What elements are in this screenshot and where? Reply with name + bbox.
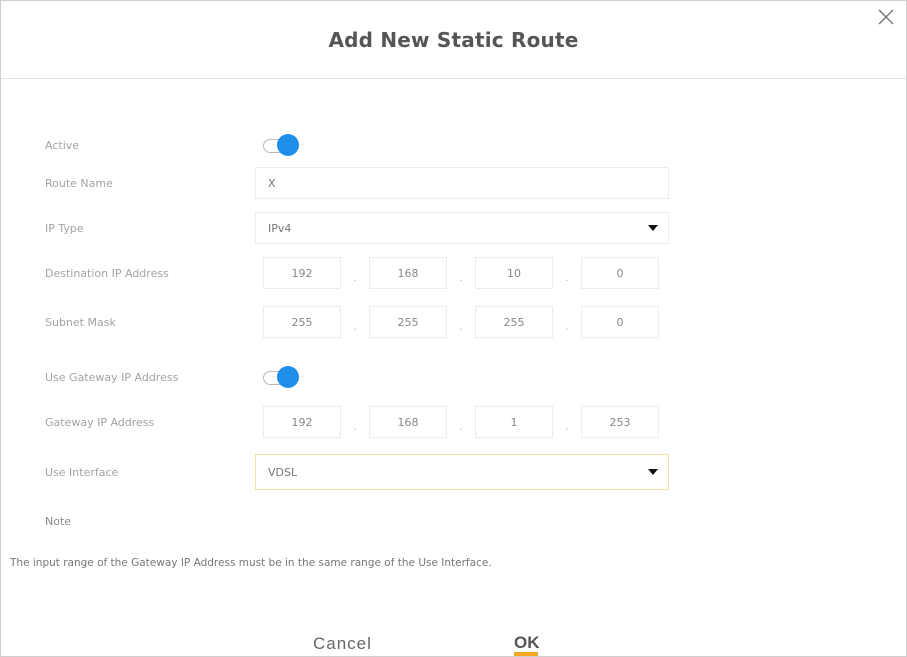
dialog-header: Add New Static Route <box>1 1 906 79</box>
dialog-title: Add New Static Route <box>328 27 579 52</box>
destination-ip-fields: 192 . 168 . 10 . 0 <box>263 257 669 289</box>
destination-ip-row: Destination IP Address 192 . 168 . 10 . … <box>45 257 675 289</box>
use-gateway-label: Use Gateway IP Address <box>45 370 179 384</box>
use-interface-row: Use Interface VDSL <box>45 454 675 490</box>
ok-button[interactable]: OK <box>514 633 540 656</box>
use-interface-value: VDSL <box>268 465 298 479</box>
ip-type-value: IPv4 <box>268 221 292 235</box>
active-label: Active <box>45 138 80 152</box>
note-text: The input range of the Gateway IP Addres… <box>10 557 492 569</box>
ip-type-label: IP Type <box>45 221 84 235</box>
ip-type-row: IP Type IPv4 <box>45 212 675 244</box>
subnet-mask-octet-3[interactable]: 255 <box>475 306 553 338</box>
ok-accent-bar <box>514 652 538 656</box>
use-gateway-toggle[interactable] <box>259 365 301 389</box>
gateway-ip-octet-2[interactable]: 168 <box>369 406 447 438</box>
use-interface-select[interactable]: VDSL <box>255 454 669 490</box>
ip-separator: . <box>565 420 569 433</box>
close-icon[interactable] <box>876 7 896 27</box>
ip-separator: . <box>459 420 463 433</box>
subnet-mask-label: Subnet Mask <box>45 315 116 329</box>
ip-separator: . <box>565 320 569 333</box>
gateway-ip-octet-4[interactable]: 253 <box>581 406 659 438</box>
subnet-mask-octet-4[interactable]: 0 <box>581 306 659 338</box>
destination-ip-octet-4[interactable]: 0 <box>581 257 659 289</box>
chevron-down-icon <box>648 469 658 475</box>
cancel-button[interactable]: Cancel <box>313 634 372 654</box>
add-static-route-dialog: Add New Static Route Active Route Name X… <box>0 0 907 657</box>
destination-ip-octet-2[interactable]: 168 <box>369 257 447 289</box>
destination-ip-octet-1[interactable]: 192 <box>263 257 341 289</box>
subnet-mask-fields: 255 . 255 . 255 . 0 <box>263 306 669 338</box>
gateway-ip-octet-3[interactable]: 1 <box>475 406 553 438</box>
use-gateway-row: Use Gateway IP Address <box>45 361 675 393</box>
ip-separator: . <box>353 420 357 433</box>
route-name-value: X <box>268 176 276 190</box>
chevron-down-icon <box>648 225 658 231</box>
gateway-ip-octet-1[interactable]: 192 <box>263 406 341 438</box>
route-name-label: Route Name <box>45 176 113 190</box>
destination-ip-label: Destination IP Address <box>45 266 169 280</box>
active-toggle[interactable] <box>259 133 301 157</box>
destination-ip-octet-3[interactable]: 10 <box>475 257 553 289</box>
ip-type-select[interactable]: IPv4 <box>255 212 669 244</box>
subnet-mask-octet-2[interactable]: 255 <box>369 306 447 338</box>
route-name-input[interactable]: X <box>255 167 669 199</box>
ip-separator: . <box>459 271 463 284</box>
ip-separator: . <box>459 320 463 333</box>
use-interface-label: Use Interface <box>45 465 119 479</box>
gateway-ip-row: Gateway IP Address 192 . 168 . 1 . 253 <box>45 406 675 438</box>
gateway-ip-fields: 192 . 168 . 1 . 253 <box>263 406 669 438</box>
active-row: Active <box>45 129 675 161</box>
toggle-knob <box>277 134 299 156</box>
ip-separator: . <box>565 271 569 284</box>
subnet-mask-row: Subnet Mask 255 . 255 . 255 . 0 <box>45 306 675 338</box>
subnet-mask-octet-1[interactable]: 255 <box>263 306 341 338</box>
gateway-ip-label: Gateway IP Address <box>45 415 155 429</box>
ip-separator: . <box>353 320 357 333</box>
ok-button-label: OK <box>514 633 540 652</box>
toggle-knob <box>277 366 299 388</box>
route-name-row: Route Name X <box>45 167 675 199</box>
note-title: Note <box>45 515 72 528</box>
ip-separator: . <box>353 271 357 284</box>
